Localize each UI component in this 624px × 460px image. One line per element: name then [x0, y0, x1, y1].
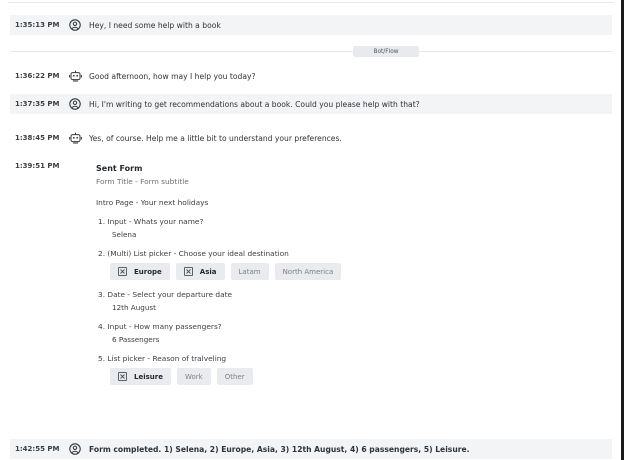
option-label: Leisure	[134, 372, 163, 381]
message-text: Hey, I need some help with a book	[89, 20, 221, 30]
question-answer: 6 Passengers	[112, 335, 160, 344]
message-time: 1:42:55 PM	[15, 445, 60, 453]
question-label: 3. Date - Select your departure date	[98, 290, 233, 299]
message-row-user: 1:37:35 PM Hi, I'm writing to get recomm…	[10, 94, 612, 114]
option-chips: Europe Asia Latam North America	[110, 263, 604, 280]
message-time: 1:39:51 PM	[15, 162, 60, 170]
option-chip[interactable]: Work	[176, 368, 211, 385]
message-row-bot: 1:38:45 PM Yes, of course. Help me a lit…	[10, 128, 612, 148]
question-label: 4. Input - How many passengers?	[98, 322, 222, 331]
option-label: Other	[224, 372, 245, 381]
message-time: 1:37:35 PM	[15, 100, 60, 108]
message-row-bot: 1:36:22 PM Good afternoon, how may I hel…	[10, 66, 612, 86]
message-time: 1:38:45 PM	[15, 134, 60, 142]
flow-divider	[10, 51, 612, 52]
option-label: Europe	[134, 267, 162, 276]
question-answer: 12th August	[112, 303, 156, 312]
form-question-4: 4. Input - How many passengers? 6 Passen…	[96, 322, 604, 344]
option-chips: Leisure Work Other	[110, 368, 604, 385]
form-question-2: 2. (Multi) List picker - Choose your ide…	[96, 249, 604, 280]
bot-icon	[68, 69, 82, 83]
message-time: 1:35:13 PM	[15, 21, 60, 29]
top-separator	[8, 0, 614, 3]
question-label: 5. List picker - Reason of tralveling	[98, 354, 227, 363]
user-icon	[68, 442, 82, 456]
option-chip-selected[interactable]: Europe	[110, 263, 170, 280]
option-chip-selected[interactable]: Leisure	[110, 368, 171, 385]
sent-form: Sent Form Form Title - Form subtitle Int…	[96, 164, 604, 385]
bot-icon	[68, 131, 82, 145]
option-chip[interactable]: North America	[274, 263, 342, 280]
message-row-user: 1:35:13 PM Hey, I need some help with a …	[10, 15, 612, 35]
form-title: Form Title - Form subtitle	[96, 177, 189, 186]
form-question-1: 1. Input - Whats your name? Selena	[96, 217, 604, 239]
flow-divider-label: Bot/Flow	[353, 46, 419, 57]
form-intro: Intro Page - Your next holidays	[96, 198, 209, 207]
message-text: Form completed. 1) Selena, 2) Europe, As…	[89, 444, 470, 454]
form-question-3: 3. Date - Select your departure date 12t…	[96, 290, 604, 312]
message-text: Good afternoon, how may I help you today…	[89, 71, 256, 81]
form-header: Sent Form	[96, 164, 143, 173]
checkbox-x-icon	[118, 372, 127, 381]
question-label: 1. Input - Whats your name?	[98, 217, 204, 226]
option-label: North America	[282, 267, 334, 276]
checkbox-x-icon	[183, 267, 193, 276]
checkbox-x-icon	[118, 267, 127, 276]
message-time: 1:36:22 PM	[15, 72, 60, 80]
message-text: Hi, I'm writing to get recommendations a…	[89, 99, 420, 109]
option-chip[interactable]: Other	[216, 368, 253, 385]
user-icon	[68, 97, 82, 111]
message-row-user: 1:42:55 PM Form completed. 1) Selena, 2)…	[10, 439, 612, 459]
option-label: Asia	[199, 267, 217, 276]
question-label: 2. (Multi) List picker - Choose your ide…	[98, 249, 289, 258]
option-label: Work	[184, 372, 203, 381]
user-icon	[68, 18, 82, 32]
option-chip-selected[interactable]: Asia	[175, 263, 225, 280]
form-question-5: 5. List picker - Reason of tralveling Le…	[96, 354, 604, 385]
option-chip[interactable]: Latam	[230, 263, 269, 280]
question-answer: Selena	[112, 230, 137, 239]
message-text: Yes, of course. Help me a little bit to …	[89, 133, 342, 143]
option-label: Latam	[238, 267, 261, 276]
